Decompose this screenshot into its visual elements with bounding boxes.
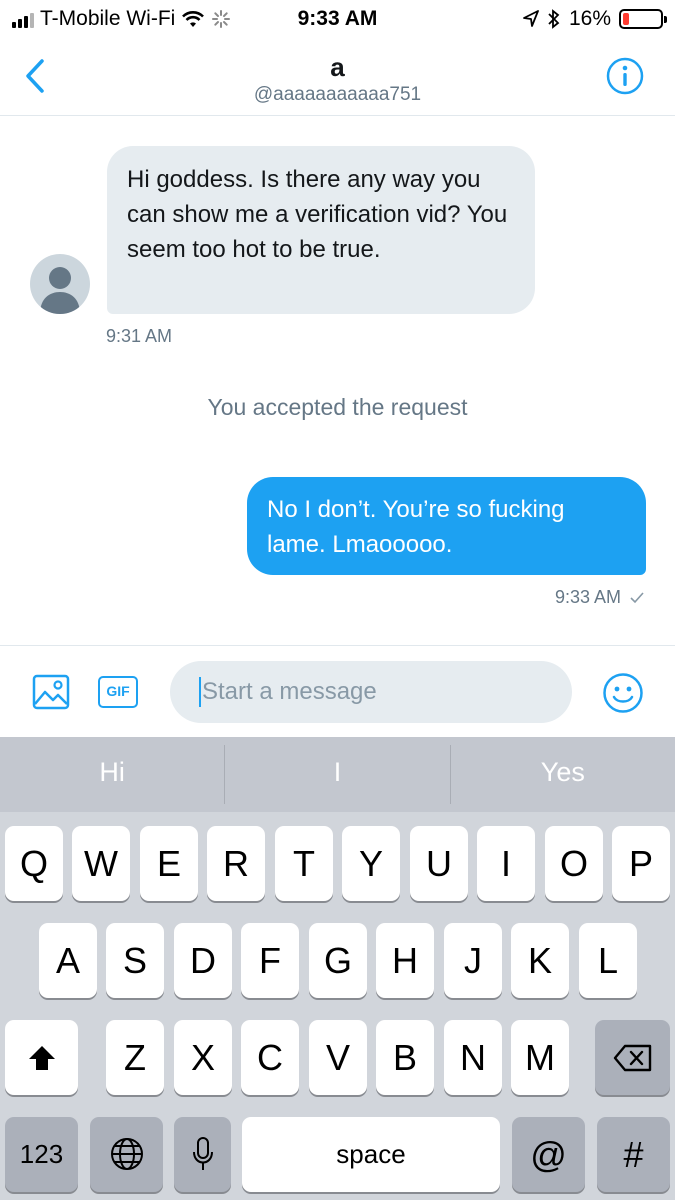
key-f[interactable]: F bbox=[241, 923, 299, 998]
predictive-bar: Hi I Yes bbox=[0, 737, 675, 812]
key-p[interactable]: P bbox=[612, 826, 670, 901]
key-m[interactable]: M bbox=[511, 1020, 569, 1095]
sent-check-icon bbox=[630, 591, 644, 603]
outgoing-message-bubble[interactable]: No I don’t. You’re so fucking lame. Lmao… bbox=[247, 477, 646, 575]
hash-key[interactable]: # bbox=[597, 1117, 670, 1192]
default-avatar-icon bbox=[40, 267, 80, 314]
keyboard: Hi I Yes Q W E R T Y U I O P A S D F G H… bbox=[0, 737, 675, 1200]
suggestion-2[interactable]: I bbox=[225, 737, 449, 812]
dictation-key[interactable] bbox=[174, 1117, 231, 1192]
key-q[interactable]: Q bbox=[5, 826, 63, 901]
emoji-icon[interactable] bbox=[602, 672, 644, 714]
key-r[interactable]: R bbox=[207, 826, 265, 901]
space-key[interactable]: space bbox=[242, 1117, 500, 1192]
info-icon[interactable] bbox=[605, 56, 645, 96]
key-z[interactable]: Z bbox=[106, 1020, 164, 1095]
globe-key[interactable] bbox=[90, 1117, 163, 1192]
key-a[interactable]: A bbox=[39, 923, 97, 998]
key-h[interactable]: H bbox=[376, 923, 434, 998]
gif-button[interactable]: GIF bbox=[98, 676, 138, 708]
text-cursor bbox=[199, 677, 201, 707]
shift-key[interactable] bbox=[5, 1020, 78, 1095]
status-right: 16% bbox=[523, 7, 667, 31]
key-g[interactable]: G bbox=[309, 923, 367, 998]
key-c[interactable]: C bbox=[241, 1020, 299, 1095]
key-t[interactable]: T bbox=[275, 826, 333, 901]
incoming-message-time: 9:31 AM bbox=[106, 326, 173, 346]
battery-fill bbox=[623, 13, 629, 25]
key-y[interactable]: Y bbox=[342, 826, 400, 901]
shift-arrow-icon bbox=[28, 1046, 55, 1070]
suggestion-1[interactable]: Hi bbox=[0, 737, 224, 812]
key-w[interactable]: W bbox=[72, 826, 130, 901]
conversation-name: a bbox=[330, 52, 345, 82]
conversation-handle: @aaaaaaaaaaa751 bbox=[253, 84, 422, 105]
outgoing-message-time: 9:33 AM bbox=[554, 587, 621, 607]
message-composer: GIF Start a message bbox=[0, 645, 675, 737]
battery-icon bbox=[619, 9, 667, 29]
message-placeholder: Start a message bbox=[202, 678, 377, 705]
key-s[interactable]: S bbox=[106, 923, 164, 998]
request-accepted-notice: You accepted the request bbox=[207, 394, 468, 420]
conversation-header: a @aaaaaaaaaaa751 bbox=[0, 40, 675, 116]
key-j[interactable]: J bbox=[444, 923, 502, 998]
key-i[interactable]: I bbox=[477, 826, 535, 901]
key-b[interactable]: B bbox=[376, 1020, 434, 1095]
location-arrow-icon bbox=[523, 10, 539, 27]
battery-percent: 16% bbox=[568, 7, 611, 30]
key-k[interactable]: K bbox=[511, 923, 569, 998]
photo-icon[interactable] bbox=[32, 674, 70, 710]
key-n[interactable]: N bbox=[444, 1020, 502, 1095]
key-o[interactable]: O bbox=[545, 826, 603, 901]
globe-icon bbox=[110, 1138, 143, 1170]
outgoing-message-meta: 9:33 AM bbox=[555, 587, 645, 608]
status-bar: T-Mobile Wi-Fi 9:33 AM 16% bbox=[0, 0, 675, 40]
key-e[interactable]: E bbox=[140, 826, 198, 901]
key-u[interactable]: U bbox=[410, 826, 468, 901]
microphone-icon bbox=[192, 1137, 213, 1170]
key-d[interactable]: D bbox=[174, 923, 232, 998]
key-l[interactable]: L bbox=[579, 923, 637, 998]
avatar[interactable] bbox=[30, 254, 90, 314]
backspace-key[interactable] bbox=[595, 1020, 670, 1095]
bluetooth-icon bbox=[548, 9, 560, 29]
suggestion-3[interactable]: Yes bbox=[451, 737, 675, 812]
numbers-key[interactable]: 123 bbox=[5, 1117, 78, 1192]
key-v[interactable]: V bbox=[309, 1020, 367, 1095]
incoming-message-bubble[interactable]: Hi goddess. Is there any way you can sho… bbox=[107, 146, 535, 314]
at-key[interactable]: @ bbox=[512, 1117, 585, 1192]
delete-backward-icon bbox=[613, 1044, 651, 1072]
message-input[interactable]: Start a message bbox=[170, 661, 572, 723]
key-x[interactable]: X bbox=[174, 1020, 232, 1095]
